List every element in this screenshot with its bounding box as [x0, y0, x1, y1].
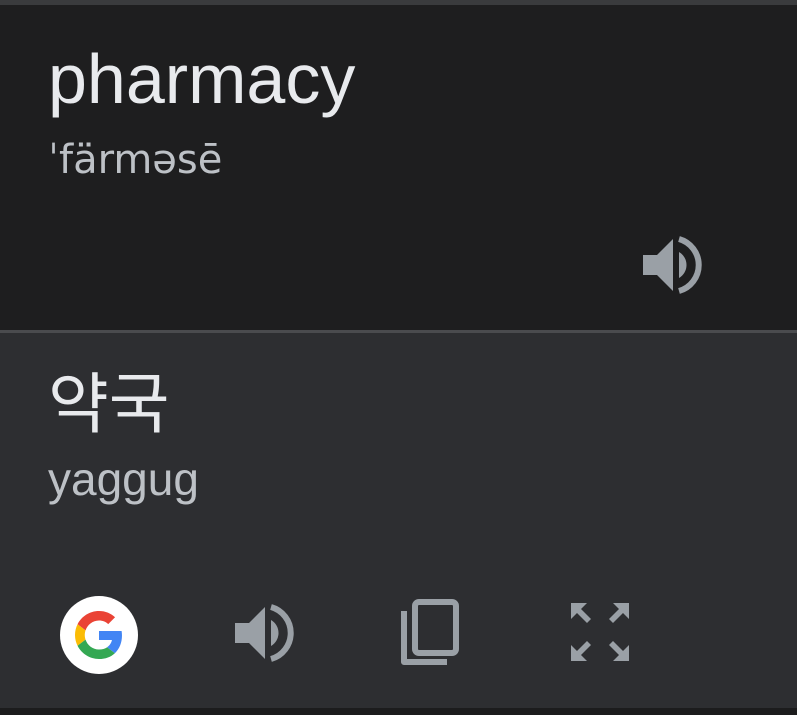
copy-icon	[401, 599, 459, 665]
bottom-divider	[0, 708, 797, 715]
translation-romanization: yaggug	[48, 453, 199, 505]
translated-text[interactable]: 약국	[48, 372, 169, 438]
google-logo-icon	[75, 611, 122, 659]
volume-up-icon	[235, 604, 294, 662]
fullscreen-button[interactable]	[562, 594, 638, 670]
search-google-button[interactable]	[60, 596, 138, 674]
speak-translation-button[interactable]	[224, 597, 304, 669]
volume-up-icon	[643, 236, 702, 294]
speak-source-button[interactable]	[632, 230, 712, 300]
source-text[interactable]: pharmacy	[48, 44, 355, 114]
source-phonetic: ˈfärməsē	[48, 137, 223, 183]
copy-translation-button[interactable]	[392, 592, 468, 672]
fullscreen-icon	[571, 603, 629, 661]
